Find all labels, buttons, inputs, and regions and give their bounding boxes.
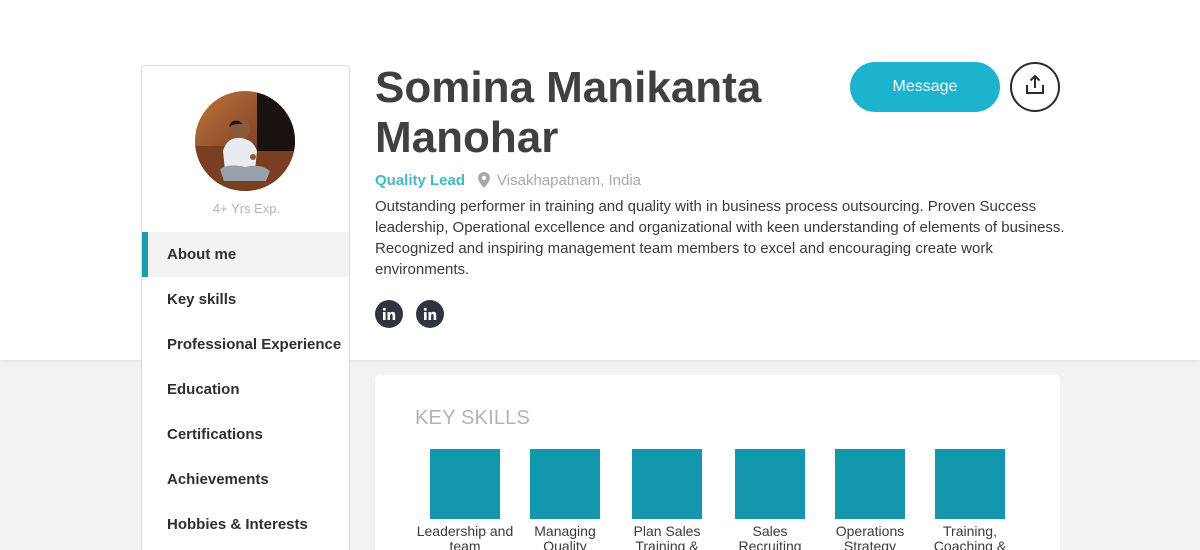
location-text: Visakhapatnam, India [497, 171, 642, 189]
sidebar-item-education[interactable]: Education [142, 367, 349, 412]
share-button[interactable] [1010, 62, 1060, 112]
location-pin-icon [478, 172, 491, 188]
linkedin-icon[interactable] [416, 300, 444, 328]
share-icon [1024, 74, 1046, 101]
skill-tile[interactable]: Operations Strategy [820, 449, 920, 550]
skill-label: Plan Sales Training & [633, 523, 701, 550]
sidebar-nav: About me Key skills Professional Experie… [142, 232, 349, 547]
skill-tile[interactable]: Plan Sales Training & [617, 449, 717, 550]
skill-icon [632, 449, 702, 519]
skill-label: Leadership and team [416, 523, 514, 550]
skill-label: Operations Strategy [835, 523, 905, 550]
key-skills-title: KEY SKILLS [415, 407, 531, 429]
skill-tile[interactable]: Leadership and team [415, 449, 515, 550]
skill-tile[interactable]: Training, Coaching & [920, 449, 1020, 550]
linkedin-icon[interactable] [375, 300, 403, 328]
experience-text: 4+ Yrs Exp. [212, 201, 281, 216]
avatar-photo [195, 91, 295, 191]
skill-icon [735, 449, 805, 519]
skill-icon [935, 449, 1005, 519]
sidebar-item-about-me[interactable]: About me [142, 232, 349, 277]
skill-tile[interactable]: Sales Recruiting [720, 449, 820, 550]
profile-sidebar: 4+ Yrs Exp. About me Key skills Professi… [141, 65, 350, 550]
about-text: Outstanding performer in training and qu… [375, 198, 1065, 278]
social-links [375, 300, 444, 328]
profile-name-line2: Manohar [375, 113, 559, 162]
sidebar-item-professional-experience[interactable]: Professional Experience [142, 322, 349, 367]
sidebar-item-key-skills[interactable]: Key skills [142, 277, 349, 322]
key-skills-card: KEY SKILLS Leadership and team Managing … [375, 375, 1060, 550]
skill-icon [430, 449, 500, 519]
skill-icon [835, 449, 905, 519]
profile-meta: Quality Lead Visakhapatnam, India [375, 170, 641, 190]
sidebar-item-certifications[interactable]: Certifications [142, 412, 349, 457]
skill-label: Sales Recruiting [738, 523, 802, 550]
skill-tile[interactable]: Managing Quality [515, 449, 615, 550]
skill-label: Managing Quality [534, 523, 596, 550]
sidebar-item-achievements[interactable]: Achievements [142, 457, 349, 502]
sidebar-item-hobbies-interests[interactable]: Hobbies & Interests [142, 502, 349, 547]
avatar [195, 91, 295, 191]
role-text: Quality Lead [375, 171, 466, 189]
profile-name: Somina Manikanta Manohar [375, 63, 835, 163]
skill-icon [530, 449, 600, 519]
profile-name-line1: Somina Manikanta [375, 63, 762, 112]
skill-label: Training, Coaching & [933, 523, 1007, 550]
message-button[interactable]: Message [850, 62, 1000, 112]
